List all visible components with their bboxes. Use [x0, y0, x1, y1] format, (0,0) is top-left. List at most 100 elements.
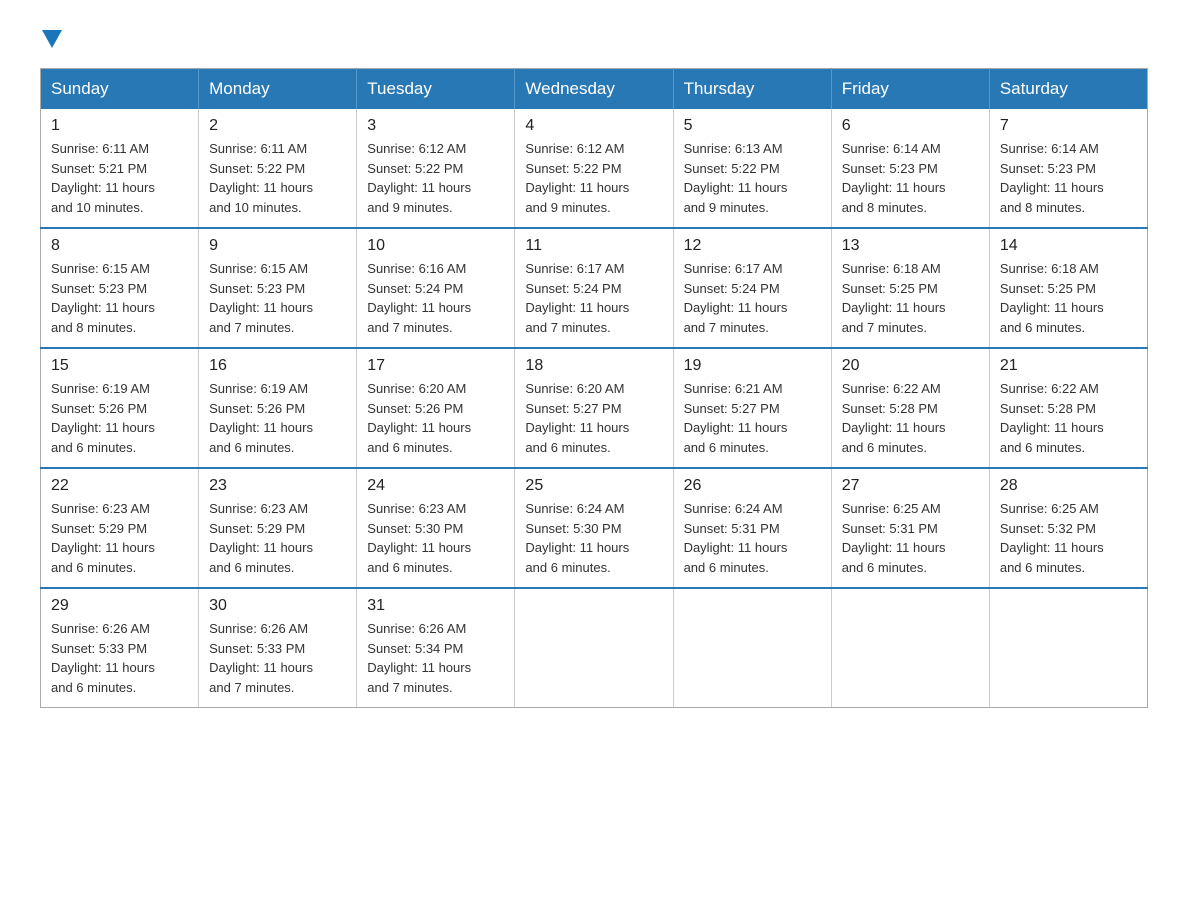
calendar-cell: 14 Sunrise: 6:18 AM Sunset: 5:25 PM Dayl…: [989, 228, 1147, 348]
calendar-cell: 23 Sunrise: 6:23 AM Sunset: 5:29 PM Dayl…: [199, 468, 357, 588]
day-number: 13: [842, 237, 979, 255]
day-number: 8: [51, 237, 188, 255]
day-info: Sunrise: 6:12 AM Sunset: 5:22 PM Dayligh…: [525, 139, 662, 217]
calendar-cell: 13 Sunrise: 6:18 AM Sunset: 5:25 PM Dayl…: [831, 228, 989, 348]
calendar-cell: 9 Sunrise: 6:15 AM Sunset: 5:23 PM Dayli…: [199, 228, 357, 348]
calendar-week-row: 22 Sunrise: 6:23 AM Sunset: 5:29 PM Dayl…: [41, 468, 1148, 588]
day-number: 17: [367, 357, 504, 375]
day-info: Sunrise: 6:11 AM Sunset: 5:22 PM Dayligh…: [209, 139, 346, 217]
day-info: Sunrise: 6:24 AM Sunset: 5:30 PM Dayligh…: [525, 499, 662, 577]
day-number: 23: [209, 477, 346, 495]
day-info: Sunrise: 6:26 AM Sunset: 5:34 PM Dayligh…: [367, 619, 504, 697]
day-number: 5: [684, 117, 821, 135]
calendar-cell: [515, 588, 673, 708]
day-info: Sunrise: 6:22 AM Sunset: 5:28 PM Dayligh…: [1000, 379, 1137, 457]
calendar-cell: 29 Sunrise: 6:26 AM Sunset: 5:33 PM Dayl…: [41, 588, 199, 708]
day-info: Sunrise: 6:20 AM Sunset: 5:27 PM Dayligh…: [525, 379, 662, 457]
calendar-cell: 12 Sunrise: 6:17 AM Sunset: 5:24 PM Dayl…: [673, 228, 831, 348]
calendar-cell: 31 Sunrise: 6:26 AM Sunset: 5:34 PM Dayl…: [357, 588, 515, 708]
day-info: Sunrise: 6:20 AM Sunset: 5:26 PM Dayligh…: [367, 379, 504, 457]
day-info: Sunrise: 6:25 AM Sunset: 5:31 PM Dayligh…: [842, 499, 979, 577]
calendar-cell: 7 Sunrise: 6:14 AM Sunset: 5:23 PM Dayli…: [989, 109, 1147, 228]
calendar-cell: [989, 588, 1147, 708]
calendar-week-row: 15 Sunrise: 6:19 AM Sunset: 5:26 PM Dayl…: [41, 348, 1148, 468]
day-info: Sunrise: 6:19 AM Sunset: 5:26 PM Dayligh…: [209, 379, 346, 457]
day-of-week-header: Sunday: [41, 69, 199, 110]
day-info: Sunrise: 6:26 AM Sunset: 5:33 PM Dayligh…: [51, 619, 188, 697]
calendar-cell: 2 Sunrise: 6:11 AM Sunset: 5:22 PM Dayli…: [199, 109, 357, 228]
calendar-cell: 6 Sunrise: 6:14 AM Sunset: 5:23 PM Dayli…: [831, 109, 989, 228]
day-info: Sunrise: 6:15 AM Sunset: 5:23 PM Dayligh…: [51, 259, 188, 337]
day-info: Sunrise: 6:18 AM Sunset: 5:25 PM Dayligh…: [1000, 259, 1137, 337]
days-of-week-row: SundayMondayTuesdayWednesdayThursdayFrid…: [41, 69, 1148, 110]
day-info: Sunrise: 6:22 AM Sunset: 5:28 PM Dayligh…: [842, 379, 979, 457]
day-of-week-header: Tuesday: [357, 69, 515, 110]
day-info: Sunrise: 6:15 AM Sunset: 5:23 PM Dayligh…: [209, 259, 346, 337]
logo: [40, 30, 64, 48]
day-info: Sunrise: 6:23 AM Sunset: 5:29 PM Dayligh…: [209, 499, 346, 577]
day-info: Sunrise: 6:12 AM Sunset: 5:22 PM Dayligh…: [367, 139, 504, 217]
calendar-cell: 18 Sunrise: 6:20 AM Sunset: 5:27 PM Dayl…: [515, 348, 673, 468]
day-of-week-header: Wednesday: [515, 69, 673, 110]
day-number: 25: [525, 477, 662, 495]
day-number: 9: [209, 237, 346, 255]
calendar-cell: 22 Sunrise: 6:23 AM Sunset: 5:29 PM Dayl…: [41, 468, 199, 588]
calendar-cell: 20 Sunrise: 6:22 AM Sunset: 5:28 PM Dayl…: [831, 348, 989, 468]
calendar-cell: 27 Sunrise: 6:25 AM Sunset: 5:31 PM Dayl…: [831, 468, 989, 588]
day-number: 4: [525, 117, 662, 135]
calendar-cell: 3 Sunrise: 6:12 AM Sunset: 5:22 PM Dayli…: [357, 109, 515, 228]
calendar-cell: 25 Sunrise: 6:24 AM Sunset: 5:30 PM Dayl…: [515, 468, 673, 588]
day-info: Sunrise: 6:14 AM Sunset: 5:23 PM Dayligh…: [842, 139, 979, 217]
day-number: 2: [209, 117, 346, 135]
day-number: 30: [209, 597, 346, 615]
day-info: Sunrise: 6:17 AM Sunset: 5:24 PM Dayligh…: [525, 259, 662, 337]
calendar-cell: 16 Sunrise: 6:19 AM Sunset: 5:26 PM Dayl…: [199, 348, 357, 468]
day-number: 18: [525, 357, 662, 375]
day-info: Sunrise: 6:16 AM Sunset: 5:24 PM Dayligh…: [367, 259, 504, 337]
calendar-cell: 11 Sunrise: 6:17 AM Sunset: 5:24 PM Dayl…: [515, 228, 673, 348]
calendar-cell: 21 Sunrise: 6:22 AM Sunset: 5:28 PM Dayl…: [989, 348, 1147, 468]
calendar-cell: 24 Sunrise: 6:23 AM Sunset: 5:30 PM Dayl…: [357, 468, 515, 588]
calendar-cell: 19 Sunrise: 6:21 AM Sunset: 5:27 PM Dayl…: [673, 348, 831, 468]
day-of-week-header: Monday: [199, 69, 357, 110]
day-of-week-header: Friday: [831, 69, 989, 110]
day-of-week-header: Thursday: [673, 69, 831, 110]
day-number: 10: [367, 237, 504, 255]
day-number: 7: [1000, 117, 1137, 135]
day-number: 15: [51, 357, 188, 375]
day-info: Sunrise: 6:21 AM Sunset: 5:27 PM Dayligh…: [684, 379, 821, 457]
day-info: Sunrise: 6:23 AM Sunset: 5:29 PM Dayligh…: [51, 499, 188, 577]
day-number: 14: [1000, 237, 1137, 255]
calendar-cell: 17 Sunrise: 6:20 AM Sunset: 5:26 PM Dayl…: [357, 348, 515, 468]
calendar-cell: 10 Sunrise: 6:16 AM Sunset: 5:24 PM Dayl…: [357, 228, 515, 348]
day-info: Sunrise: 6:23 AM Sunset: 5:30 PM Dayligh…: [367, 499, 504, 577]
day-number: 16: [209, 357, 346, 375]
day-number: 11: [525, 237, 662, 255]
day-of-week-header: Saturday: [989, 69, 1147, 110]
calendar-cell: 8 Sunrise: 6:15 AM Sunset: 5:23 PM Dayli…: [41, 228, 199, 348]
calendar-table: SundayMondayTuesdayWednesdayThursdayFrid…: [40, 68, 1148, 708]
calendar-cell: 5 Sunrise: 6:13 AM Sunset: 5:22 PM Dayli…: [673, 109, 831, 228]
day-number: 1: [51, 117, 188, 135]
day-number: 28: [1000, 477, 1137, 495]
calendar-cell: 1 Sunrise: 6:11 AM Sunset: 5:21 PM Dayli…: [41, 109, 199, 228]
page-header: [40, 30, 1148, 48]
day-number: 27: [842, 477, 979, 495]
calendar-cell: 15 Sunrise: 6:19 AM Sunset: 5:26 PM Dayl…: [41, 348, 199, 468]
day-info: Sunrise: 6:11 AM Sunset: 5:21 PM Dayligh…: [51, 139, 188, 217]
calendar-cell: [831, 588, 989, 708]
day-info: Sunrise: 6:24 AM Sunset: 5:31 PM Dayligh…: [684, 499, 821, 577]
day-info: Sunrise: 6:19 AM Sunset: 5:26 PM Dayligh…: [51, 379, 188, 457]
calendar-cell: 26 Sunrise: 6:24 AM Sunset: 5:31 PM Dayl…: [673, 468, 831, 588]
day-number: 21: [1000, 357, 1137, 375]
day-info: Sunrise: 6:17 AM Sunset: 5:24 PM Dayligh…: [684, 259, 821, 337]
day-info: Sunrise: 6:18 AM Sunset: 5:25 PM Dayligh…: [842, 259, 979, 337]
day-info: Sunrise: 6:13 AM Sunset: 5:22 PM Dayligh…: [684, 139, 821, 217]
calendar-cell: 4 Sunrise: 6:12 AM Sunset: 5:22 PM Dayli…: [515, 109, 673, 228]
day-number: 31: [367, 597, 504, 615]
day-number: 19: [684, 357, 821, 375]
calendar-body: 1 Sunrise: 6:11 AM Sunset: 5:21 PM Dayli…: [41, 109, 1148, 708]
calendar-week-row: 1 Sunrise: 6:11 AM Sunset: 5:21 PM Dayli…: [41, 109, 1148, 228]
day-info: Sunrise: 6:25 AM Sunset: 5:32 PM Dayligh…: [1000, 499, 1137, 577]
day-info: Sunrise: 6:14 AM Sunset: 5:23 PM Dayligh…: [1000, 139, 1137, 217]
